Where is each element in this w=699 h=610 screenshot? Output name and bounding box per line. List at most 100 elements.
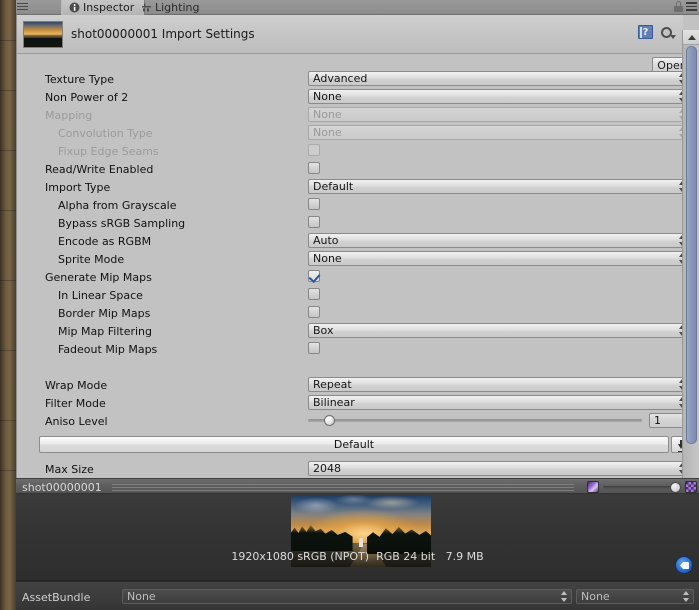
property-checkbox[interactable]: [308, 306, 320, 318]
alpha-channel-icon[interactable]: [685, 481, 697, 493]
dropdown-value: Repeat: [313, 378, 352, 391]
property-row: Convolution Type None: [17, 124, 690, 142]
lighting-icon: [141, 2, 152, 13]
texture-thumbnail: [23, 21, 63, 48]
window-menu-icon[interactable]: [17, 3, 28, 12]
scroll-up-arrow[interactable]: [683, 30, 699, 45]
property-label: Wrap Mode: [45, 379, 108, 392]
property-dropdown[interactable]: Bilinear: [308, 395, 690, 410]
preview-title: shot00000001: [22, 481, 102, 494]
property-row: In Linear Space: [17, 286, 683, 304]
property-label: In Linear Space: [58, 289, 143, 302]
platform-property-row: Max Size 2048: [39, 460, 690, 478]
header-icons: [638, 25, 676, 40]
dropdown-value: Bilinear: [313, 396, 355, 409]
property-dropdown[interactable]: Repeat: [308, 377, 690, 392]
property-row: Sprite Mode None: [17, 250, 690, 268]
property-label: Import Type: [45, 181, 111, 194]
platform-settings: Default Max Size2048FormatAutomatic Comp…: [39, 436, 690, 494]
property-label: Generate Mip Maps: [45, 271, 152, 284]
tab-inspector[interactable]: Inspector: [61, 0, 146, 15]
assetbundle-variant-dropdown[interactable]: None: [576, 589, 694, 604]
chevron-updown-icon: [683, 591, 690, 602]
tabbar-right-icons: [674, 1, 697, 12]
assetbundle-value: None: [127, 590, 156, 603]
property-label: Fadeout Mip Maps: [58, 343, 158, 356]
dropdown-value: Default: [313, 180, 354, 193]
info-circle-icon: [69, 2, 80, 13]
property-label: Read/Write Enabled: [45, 163, 154, 176]
property-row: Generate Mip Maps: [17, 268, 683, 286]
property-checkbox: [308, 144, 320, 156]
dropdown-value: Box: [313, 324, 334, 337]
chevron-updown-icon: [561, 591, 568, 602]
property-label: Fixup Edge Seams: [58, 145, 159, 158]
property-dropdown[interactable]: None: [308, 251, 690, 266]
assetbundle-variant-value: None: [581, 590, 610, 603]
dropdown-value: None: [313, 90, 342, 103]
property-dropdown: None: [308, 125, 690, 140]
panel-menu-icon[interactable]: [686, 2, 697, 11]
property-checkbox[interactable]: [308, 162, 320, 174]
property-dropdown[interactable]: Box: [308, 323, 690, 338]
assetbundle-label: AssetBundle: [22, 591, 91, 604]
rgb-channel-icon[interactable]: [587, 481, 599, 493]
property-dropdown[interactable]: None: [308, 89, 690, 104]
property-row: Mapping None: [17, 106, 690, 124]
property-row: Wrap Mode Repeat: [17, 376, 690, 394]
inspector-scrollbar[interactable]: [682, 30, 699, 493]
gear-icon[interactable]: [660, 26, 676, 39]
property-label: Non Power of 2: [45, 91, 129, 104]
property-label: Filter Mode: [45, 397, 106, 410]
preview-header-bar: shot00000001: [16, 478, 699, 494]
platform-tab-default[interactable]: Default: [39, 436, 669, 453]
property-label: Mapping: [45, 109, 93, 122]
property-label: Bypass sRGB Sampling: [58, 217, 186, 230]
tab-lighting[interactable]: Lighting: [134, 0, 209, 15]
dropdown-value: None: [313, 108, 342, 121]
property-row: Aniso Level 1: [17, 412, 690, 430]
page-title: shot00000001 Import Settings: [71, 27, 255, 41]
dropdown-value: Advanced: [313, 72, 368, 85]
property-row: Read/Write Enabled: [17, 160, 683, 178]
lock-icon[interactable]: [674, 1, 683, 12]
aniso-slider-knob[interactable]: [324, 415, 335, 426]
property-row: Border Mip Maps: [17, 304, 683, 322]
preview-mip-slider-knob[interactable]: [670, 482, 681, 493]
asset-label-icon[interactable]: [675, 556, 693, 574]
property-label: Sprite Mode: [58, 253, 125, 266]
property-label: Texture Type: [45, 73, 115, 86]
tab-lighting-label: Lighting: [155, 1, 200, 14]
property-dropdown[interactable]: Default: [308, 179, 690, 194]
preview-pane: 1920x1080 sRGB (NPOT) RGB 24 bit 7.9 MB: [16, 494, 699, 581]
property-row: Fixup Edge Seams: [17, 142, 683, 160]
property-row: Encode as RGBM Auto: [17, 232, 690, 250]
property-checkbox[interactable]: [308, 270, 320, 282]
dropdown-value: Auto: [313, 234, 339, 247]
property-row: Filter Mode Bilinear: [17, 394, 690, 412]
texture-info-text: 1920x1080 sRGB (NPOT) RGB 24 bit 7.9 MB: [231, 550, 484, 563]
aniso-slider-track[interactable]: [308, 419, 642, 422]
property-label: Aniso Level: [45, 415, 108, 428]
assetbundle-bar: AssetBundle None None: [16, 581, 699, 610]
property-checkbox[interactable]: [308, 198, 320, 210]
property-checkbox[interactable]: [308, 342, 320, 354]
unity-inspector-window: Inspector Lighting shot00000001 Import S…: [0, 0, 699, 610]
property-row: Bypass sRGB Sampling: [17, 214, 683, 232]
property-row: Texture Type Advanced: [17, 70, 690, 88]
property-label: Convolution Type: [58, 127, 153, 140]
platform-property-dropdown[interactable]: 2048: [308, 461, 690, 476]
help-book-icon[interactable]: [638, 25, 653, 40]
preview-drag-handle[interactable]: [112, 484, 574, 491]
scrollbar-thumb[interactable]: [686, 46, 697, 444]
property-label: Alpha from Grayscale: [58, 199, 177, 212]
property-row-spacer: [17, 358, 683, 376]
property-checkbox[interactable]: [308, 288, 320, 300]
asset-header: shot00000001 Import Settings: [17, 15, 683, 54]
property-row: Mip Map Filtering Box: [17, 322, 690, 340]
property-row: Non Power of 2 None: [17, 88, 690, 106]
assetbundle-dropdown[interactable]: None: [122, 589, 572, 604]
property-dropdown[interactable]: Auto: [308, 233, 690, 248]
property-checkbox[interactable]: [308, 216, 320, 228]
property-dropdown[interactable]: Advanced: [308, 71, 690, 86]
